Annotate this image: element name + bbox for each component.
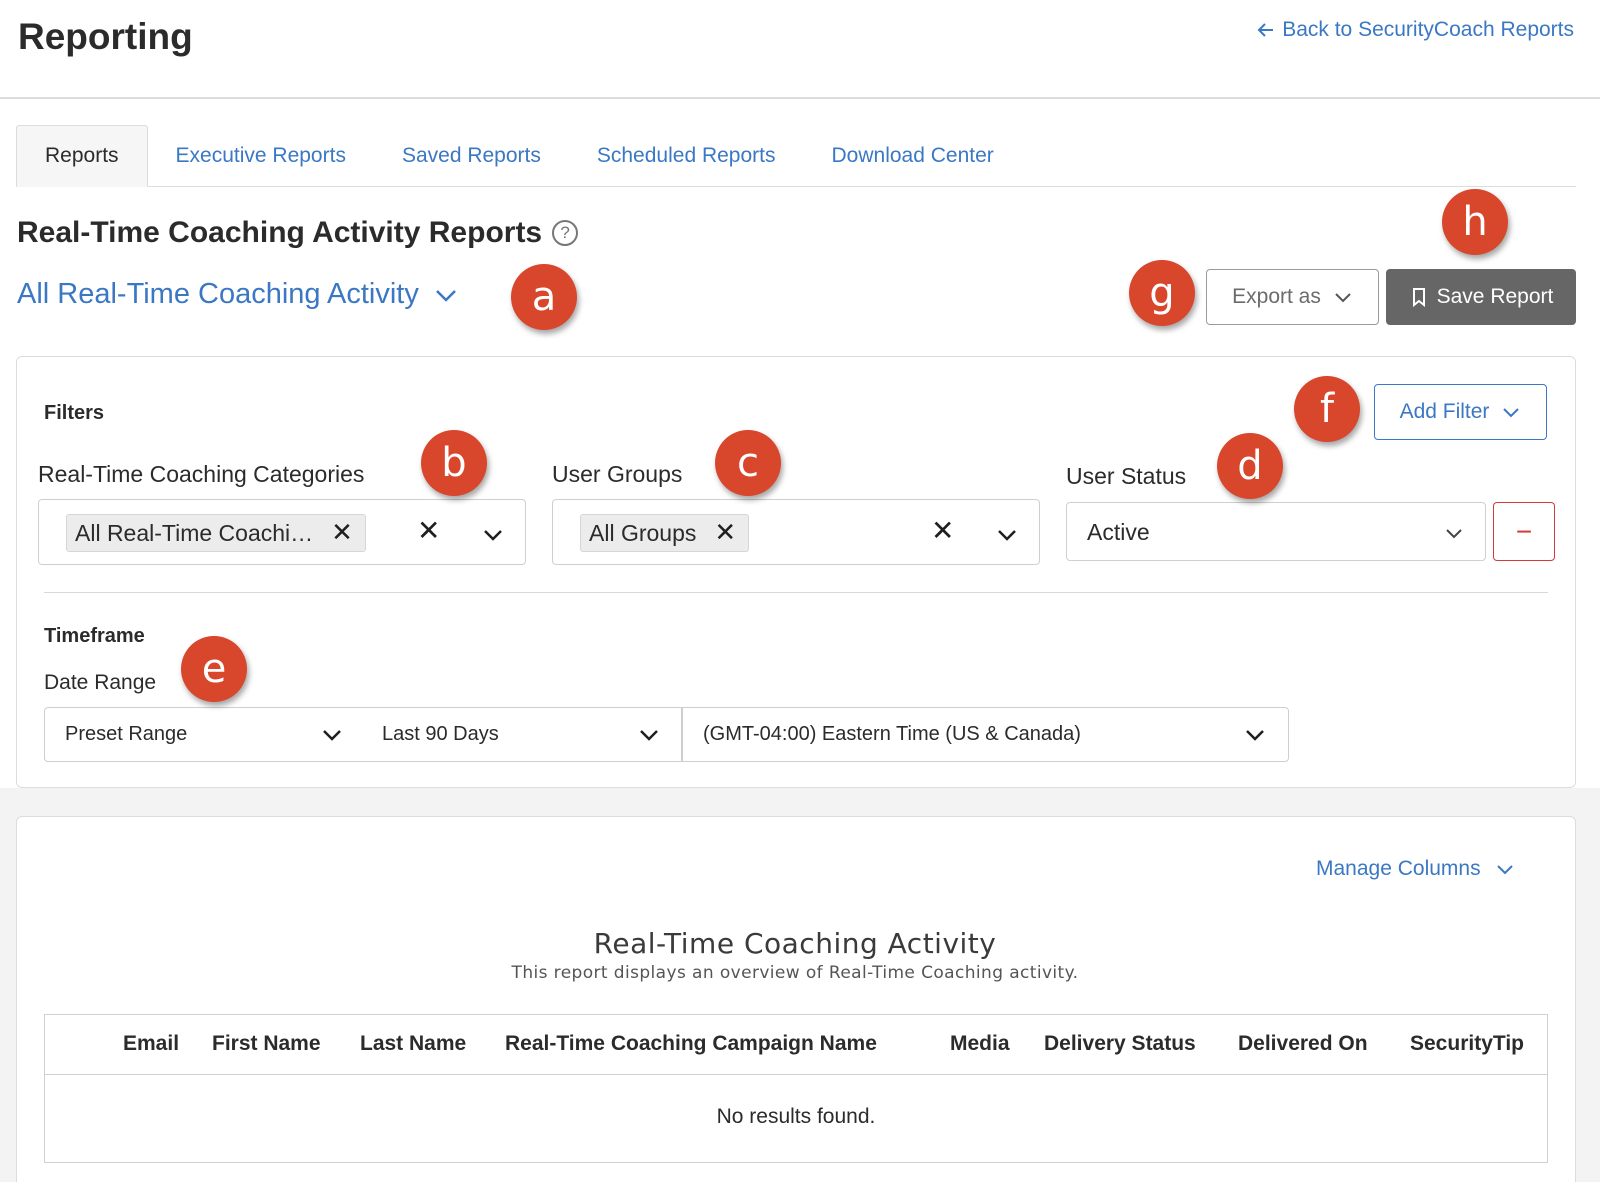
chevron-down-icon xyxy=(1335,293,1351,303)
filters-heading: Filters xyxy=(44,402,105,424)
date-range-select[interactable]: Last 90 Days xyxy=(362,707,682,762)
chevron-down-icon xyxy=(640,730,658,741)
column-header[interactable]: First Name xyxy=(212,1032,321,1056)
categories-select[interactable]: All Real-Time Coachi… ✕ ✕ xyxy=(38,499,526,565)
annotation-badge-b: b xyxy=(421,430,487,496)
user-groups-select[interactable]: All Groups ✕ ✕ xyxy=(552,499,1040,565)
category-chip: All Real-Time Coachi… ✕ xyxy=(66,514,366,552)
no-results-message: No results found. xyxy=(716,1105,876,1128)
timeframe-heading: Timeframe xyxy=(44,625,145,647)
annotation-badge-d: d xyxy=(1217,433,1283,499)
manage-columns-button[interactable]: Manage Columns xyxy=(1316,857,1515,881)
user-status-select[interactable]: Active xyxy=(1066,502,1486,561)
annotation-badge-a: a xyxy=(511,264,577,330)
date-range-value: Last 90 Days xyxy=(382,723,499,745)
report-table-title: Real-Time Coaching Activity xyxy=(593,927,997,960)
chevron-down-icon[interactable] xyxy=(482,524,504,546)
tab-executive-reports[interactable]: Executive Reports xyxy=(148,125,374,186)
manage-columns-label: Manage Columns xyxy=(1316,857,1481,880)
report-type-dropdown[interactable]: All Real-Time Coaching Activity xyxy=(17,278,459,311)
bookmark-icon xyxy=(1412,288,1425,307)
tab-download-center[interactable]: Download Center xyxy=(804,125,1022,186)
export-as-button[interactable]: Export as xyxy=(1206,269,1379,325)
timezone-value: (GMT-04:00) Eastern Time (US & Canada) xyxy=(703,723,1081,745)
chevron-down-icon[interactable] xyxy=(996,524,1018,546)
user-group-chip: All Groups ✕ xyxy=(580,514,750,552)
table-header-row: Email First Name Last Name Real-Time Coa… xyxy=(45,1015,1547,1075)
annotation-badge-g: g xyxy=(1129,260,1195,326)
add-filter-button[interactable]: Add Filter xyxy=(1374,384,1547,440)
report-tabs: Reports Executive Reports Saved Reports … xyxy=(16,125,1576,187)
user-status-label: User Status xyxy=(1066,463,1187,489)
column-header[interactable]: Real-Time Coaching Campaign Name xyxy=(505,1032,877,1056)
chevron-down-icon xyxy=(1503,408,1520,418)
user-groups-label: User Groups xyxy=(552,461,683,487)
page-header: Reporting Back to SecurityCoach Reports xyxy=(0,0,1600,99)
tab-reports[interactable]: Reports xyxy=(16,125,148,187)
clear-icon[interactable]: ✕ xyxy=(417,514,440,547)
category-chip-label: All Real-Time Coachi… xyxy=(75,519,314,546)
arrow-left-icon xyxy=(1257,23,1274,37)
column-header[interactable]: Email xyxy=(123,1032,179,1056)
preset-range-value: Preset Range xyxy=(65,723,188,745)
report-type-label: All Real-Time Coaching Activity xyxy=(17,278,419,310)
save-report-label: Save Report xyxy=(1436,285,1554,308)
remove-filter-button[interactable]: − xyxy=(1493,502,1555,561)
user-group-chip-label: All Groups xyxy=(589,519,697,546)
date-range-label: Date Range xyxy=(44,671,157,694)
page-title: Reporting xyxy=(18,16,193,57)
results-table: Email First Name Last Name Real-Time Coa… xyxy=(44,1014,1548,1163)
section-title: Real-Time Coaching Activity Reports ? xyxy=(17,216,579,250)
preset-range-select[interactable]: Preset Range xyxy=(44,707,363,762)
chevron-down-icon xyxy=(1446,529,1462,539)
annotation-badge-h: h xyxy=(1442,189,1508,255)
section-title-text: Real-Time Coaching Activity Reports xyxy=(17,216,543,249)
annotation-badge-e: e xyxy=(181,636,247,702)
annotation-badge-c: c xyxy=(715,430,781,496)
clear-icon[interactable]: ✕ xyxy=(931,514,954,547)
chevron-down-icon xyxy=(323,730,341,741)
column-header[interactable]: Delivered On xyxy=(1238,1032,1368,1056)
annotation-badge-f: f xyxy=(1294,376,1360,442)
question-circle-icon[interactable]: ? xyxy=(552,220,579,246)
export-as-label: Export as xyxy=(1232,285,1321,308)
filters-divider xyxy=(44,592,1548,593)
categories-label: Real-Time Coaching Categories xyxy=(38,461,365,487)
user-status-value: Active xyxy=(1087,519,1150,545)
tab-saved-reports[interactable]: Saved Reports xyxy=(374,125,569,186)
add-filter-label: Add Filter xyxy=(1399,400,1490,423)
save-report-button[interactable]: Save Report xyxy=(1386,269,1576,325)
report-table-subtitle: This report displays an overview of Real… xyxy=(511,963,1079,983)
column-header[interactable]: Media xyxy=(950,1032,1010,1056)
remove-chip-icon[interactable]: ✕ xyxy=(714,518,736,548)
chevron-down-icon xyxy=(435,289,456,302)
column-header[interactable]: Delivery Status xyxy=(1044,1032,1196,1056)
remove-chip-icon[interactable]: ✕ xyxy=(331,518,353,548)
tab-scheduled-reports[interactable]: Scheduled Reports xyxy=(569,125,804,186)
back-to-securitycoach-link[interactable]: Back to SecurityCoach Reports xyxy=(1256,18,1574,42)
back-link-label: Back to SecurityCoach Reports xyxy=(1282,18,1574,41)
column-header[interactable]: SecurityTip xyxy=(1410,1032,1524,1056)
timezone-select[interactable]: (GMT-04:00) Eastern Time (US & Canada) xyxy=(682,707,1289,762)
chevron-down-icon xyxy=(1496,865,1513,875)
column-header[interactable]: Last Name xyxy=(360,1032,466,1056)
chevron-down-icon xyxy=(1246,730,1264,741)
